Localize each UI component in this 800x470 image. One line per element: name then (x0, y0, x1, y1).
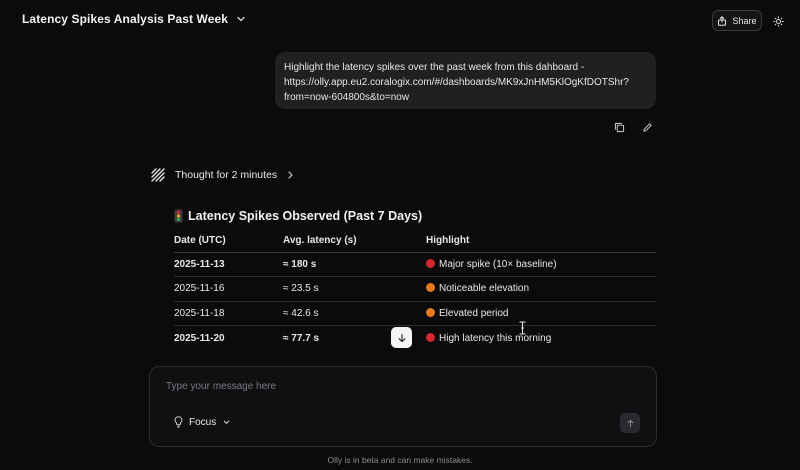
chevron-down-icon (223, 420, 230, 424)
cell-date: 2025-11-18 (174, 301, 283, 326)
column-header-date: Date (UTC) (174, 230, 283, 253)
lightbulb-icon (174, 416, 183, 428)
thought-label: Thought for 2 minutes (175, 169, 278, 181)
cell-highlight: Elevated period (426, 301, 656, 326)
severity-red-icon (426, 258, 435, 268)
arrow-up-icon (627, 419, 633, 427)
cell-date: 2025-11-20 (174, 332, 225, 344)
message-input[interactable] (166, 381, 626, 392)
answer-title-text: Latency Spikes Observed (Past 7 Days) (188, 209, 423, 223)
cell-date: 2025-11-13 (174, 252, 283, 277)
column-header-highlight: Highlight (426, 230, 656, 253)
beta-disclaimer: Olly is in beta and can make mistakes. (327, 455, 473, 465)
send-button[interactable] (620, 413, 640, 433)
share-icon (718, 15, 727, 26)
share-label: Share (732, 15, 757, 26)
cell-latency: ≈ 23.5 s (283, 276, 426, 302)
highlight-text: Elevated period (439, 307, 509, 319)
chevron-down-icon (237, 16, 245, 22)
text-cursor-icon (519, 321, 526, 335)
conversation-title: Latency Spikes Analysis Past Week (22, 12, 229, 26)
table-row: 2025-11-16 ≈ 23.5 s Noticeable elevation (174, 276, 656, 302)
answer-heading: Latency Spikes Observed (Past 7 Days) (174, 209, 422, 223)
table-header-row: Date (UTC) Avg. latency (s) Highlight (174, 230, 656, 253)
focus-mode-selector[interactable]: Focus (174, 416, 231, 428)
severity-orange-icon (426, 307, 435, 317)
share-button[interactable]: Share (712, 10, 762, 31)
thought-toggle[interactable]: Thought for 2 minutes (151, 168, 294, 182)
thought-icon (151, 168, 165, 182)
cell-latency: ≈ 42.6 s (283, 301, 426, 326)
scroll-to-bottom-button[interactable] (391, 327, 412, 348)
cell-highlight: Major spike (10× baseline) (426, 252, 656, 277)
chevron-right-icon (288, 171, 293, 179)
highlight-text: Noticeable elevation (439, 283, 530, 295)
theme-toggle-button[interactable] (770, 13, 786, 29)
edit-message-button[interactable] (640, 120, 654, 134)
user-message-line: Highlight the latency spikes over the pa… (284, 62, 585, 73)
cell-latency: ≈ 180 s (283, 252, 426, 277)
table-row: 2025-11-20 ≈ 77.7 s High latency this mo… (174, 326, 656, 351)
table-row: 2025-11-13 ≈ 180 s Major spike (10× base… (174, 252, 656, 277)
cell-highlight: High latency this morning (426, 326, 656, 351)
sun-icon (772, 15, 784, 27)
cell-highlight: Noticeable elevation (426, 276, 656, 302)
user-message-line: https://olly.app.eu2.coralogix.com/#/das… (284, 77, 629, 88)
top-bar: Latency Spikes Analysis Past Week Share (0, 0, 800, 40)
table-row: 2025-11-18 ≈ 42.6 s Elevated period (174, 301, 656, 326)
latency-spikes-table: Date (UTC) Avg. latency (s) Highlight 20… (174, 230, 656, 350)
traffic-light-icon (174, 209, 183, 223)
copy-message-button[interactable] (612, 120, 626, 134)
message-composer: Focus (149, 366, 657, 447)
arrow-down-icon (398, 333, 405, 342)
app-root: Latency Spikes Analysis Past Week Share (0, 0, 800, 470)
conversation-title-dropdown[interactable]: Latency Spikes Analysis Past Week (22, 12, 246, 26)
message-actions (612, 120, 654, 134)
severity-red-icon (426, 332, 435, 342)
severity-orange-icon (426, 283, 435, 293)
user-message-bubble: Highlight the latency spikes over the pa… (275, 52, 656, 109)
cell-date: 2025-11-16 (174, 276, 283, 302)
column-header-latency: Avg. latency (s) (283, 230, 426, 253)
pencil-icon (642, 122, 652, 132)
user-message-line: from=now-604800s&to=now (284, 92, 410, 103)
copy-icon (614, 122, 624, 132)
highlight-text: Major spike (10× baseline) (439, 258, 557, 270)
focus-label: Focus (189, 416, 217, 428)
highlight-text: High latency this morning (439, 332, 552, 344)
